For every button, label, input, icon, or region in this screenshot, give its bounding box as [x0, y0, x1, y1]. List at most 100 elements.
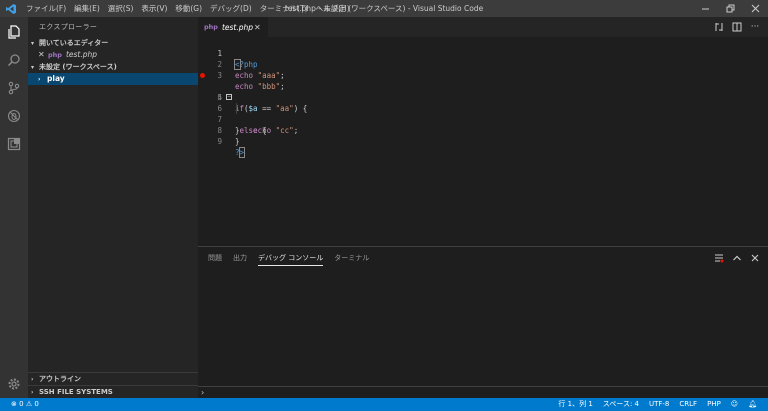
debug-console-input[interactable]: ›: [198, 386, 768, 398]
line-ending[interactable]: CRLF: [679, 398, 697, 411]
status-right: 行 1、列 1 スペース: 4 UTF-8 CRLF PHP ☺ 🔔︎: [553, 398, 762, 411]
close-tab-icon[interactable]: ✕: [254, 23, 268, 32]
workspace-label: 未設定 (ワークスペース): [39, 63, 117, 71]
status-bar: ⊗ 0 ⚠ 0 行 1、列 1 スペース: 4 UTF-8 CRLF PHP ☺…: [0, 398, 768, 411]
cursor-position[interactable]: 行 1、列 1: [558, 398, 592, 411]
outline-label: アウトライン: [39, 375, 81, 383]
ellipsis-icon: ···: [750, 22, 760, 32]
code-line: 7 echo "cc";: [198, 103, 758, 135]
panel-tabs: 問題 出力 デバッグ コンソール ターミナル: [208, 247, 380, 269]
more-actions-button[interactable]: ···: [746, 17, 764, 37]
php-file-icon: php: [204, 23, 218, 31]
debug-icon[interactable]: [0, 103, 28, 129]
chevron-up-icon: [733, 255, 741, 261]
warning-count: 0: [34, 400, 39, 408]
code-line: 4 if($a == "aa") {: [198, 70, 758, 113]
code-line: 5: [198, 81, 758, 102]
sidebar-title: エクスプローラー: [39, 23, 98, 31]
fold-minus-icon[interactable]: −: [226, 94, 232, 100]
ssh-label: SSH FILE SYSTEMS: [39, 388, 113, 396]
open-editor-item[interactable]: ✕ php test.php: [28, 49, 198, 61]
split-editor-icon: [732, 22, 742, 32]
editor-actions: ···: [710, 17, 764, 37]
close-icon: [751, 4, 760, 13]
ssh-file-systems-section[interactable]: › SSH FILE SYSTEMS: [28, 385, 198, 398]
tab-filename: test.php: [221, 22, 253, 32]
menu-debug[interactable]: デバッグ(D): [206, 0, 256, 17]
sidebar-bottom-sections: › アウトライン › SSH FILE SYSTEMS: [28, 372, 198, 398]
outline-section[interactable]: › アウトライン: [28, 372, 198, 385]
tab-debug-console[interactable]: デバッグ コンソール: [258, 251, 324, 266]
encoding[interactable]: UTF-8: [649, 398, 669, 411]
notifications-bell-icon[interactable]: 🔔︎: [748, 398, 757, 411]
explorer-icon[interactable]: [0, 19, 28, 45]
error-count: 0: [19, 400, 24, 408]
title-bar: ファイル(F) 編集(E) 選択(S) 表示(V) 移動(G) デバッグ(D) …: [0, 0, 768, 17]
editor-tab-bar: php test.php ✕ ···: [198, 17, 768, 37]
bracket-match: >: [238, 147, 245, 158]
menu-terminal[interactable]: ターミナル(T): [256, 0, 312, 17]
tab-test-php[interactable]: php test.php ✕: [198, 17, 268, 37]
search-icon[interactable]: [0, 47, 28, 73]
open-editor-filename: test.php: [65, 50, 97, 59]
code-line: 9 ?>: [198, 125, 758, 158]
status-left: ⊗ 0 ⚠ 0: [6, 398, 44, 411]
close-icon: [751, 254, 759, 262]
clear-console-icon: [715, 254, 724, 263]
menu-help[interactable]: ヘルプ(H): [312, 0, 354, 17]
problems-status[interactable]: ⊗ 0 ⚠ 0: [11, 398, 39, 411]
workspace-section[interactable]: ▾ 未設定 (ワークスペース): [28, 61, 198, 73]
line-text: }: [235, 137, 240, 146]
menu-go[interactable]: 移動(G): [171, 0, 206, 17]
chevron-right-icon: ›: [38, 76, 41, 83]
vscode-logo-icon: [0, 0, 22, 17]
code-line: 6 − }else {: [198, 92, 758, 136]
language-mode[interactable]: PHP: [707, 398, 721, 411]
panel-actions: [710, 247, 764, 269]
chevron-right-icon: ›: [31, 376, 34, 383]
tab-output[interactable]: 出力: [233, 247, 247, 269]
tab-terminal[interactable]: ターミナル: [334, 247, 369, 269]
menu-selection[interactable]: 選択(S): [104, 0, 138, 17]
code-line: 3 echo "bbb";: [198, 59, 758, 91]
breakpoint-icon[interactable]: [200, 73, 205, 78]
menu-bar: ファイル(F) 編集(E) 選択(S) 表示(V) 移動(G) デバッグ(D) …: [22, 0, 354, 17]
line-text: ?>: [235, 147, 245, 158]
source-control-icon[interactable]: [0, 75, 28, 101]
minimize-button[interactable]: [693, 0, 718, 17]
open-editors-section[interactable]: ▾ 開いているエディター: [28, 37, 198, 49]
close-editor-icon[interactable]: ✕: [38, 49, 48, 61]
open-changes-button[interactable]: [710, 17, 728, 37]
code-line: 1 <?php: [198, 37, 758, 70]
close-panel-button[interactable]: [746, 247, 764, 269]
bottom-panel: 問題 出力 デバッグ コンソール ターミナル: [198, 246, 768, 386]
php-file-icon: php: [48, 51, 62, 59]
code-line: 8 }: [198, 114, 758, 146]
line-number: 9: [217, 137, 222, 146]
explorer-sidebar: エクスプローラー ▾ 開いているエディター ✕ php test.php ▾ 未設定…: [28, 17, 198, 398]
feedback-smiley-icon[interactable]: ☺: [731, 398, 738, 411]
warning-icon: ⚠: [25, 400, 33, 408]
menu-view[interactable]: 表示(V): [137, 0, 171, 17]
php-close-q: ?: [235, 148, 240, 157]
restore-icon: [726, 4, 735, 13]
chevron-right-icon: ›: [201, 388, 205, 397]
extensions-icon[interactable]: [0, 131, 28, 157]
tab-problems[interactable]: 問題: [208, 247, 222, 269]
menu-file[interactable]: ファイル(F): [22, 0, 70, 17]
open-editors-label: 開いているエディター: [39, 39, 109, 47]
error-icon: ⊗: [11, 400, 17, 408]
activity-bar: [0, 17, 28, 398]
code-editor[interactable]: 1 <?php 2 echo "aaa"; 3 echo "bbb"; 4 if…: [198, 37, 768, 246]
close-window-button[interactable]: [743, 0, 768, 17]
indentation[interactable]: スペース: 4: [603, 398, 639, 411]
clear-console-button[interactable]: [710, 247, 728, 269]
maximize-panel-button[interactable]: [728, 247, 746, 269]
restore-button[interactable]: [718, 0, 743, 17]
settings-gear-icon[interactable]: [0, 371, 28, 397]
menu-edit[interactable]: 編集(E): [70, 0, 104, 17]
split-editor-button[interactable]: [728, 17, 746, 37]
folder-name: play: [47, 74, 65, 83]
window-controls: [693, 0, 768, 17]
folder-item-play[interactable]: › play: [28, 73, 198, 85]
